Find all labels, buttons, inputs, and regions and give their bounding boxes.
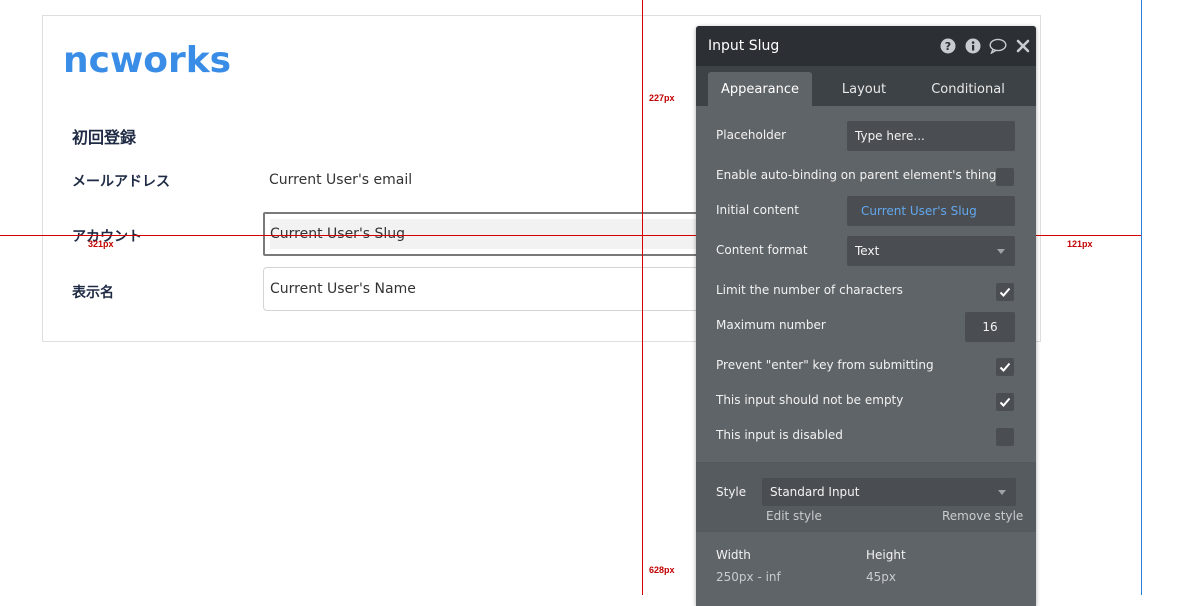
maximum-number-value: 16: [982, 320, 998, 334]
placeholder-input[interactable]: Type here...: [847, 121, 1015, 151]
editor-header[interactable]: Input Slug ?: [696, 26, 1036, 66]
editor-tab-bar: Appearance Layout Conditional: [696, 66, 1036, 106]
guide-right-distance: 121px: [1067, 239, 1093, 249]
guide-top-distance: 227px: [649, 93, 675, 103]
section-title: 初回登録: [72, 128, 137, 147]
info-icon[interactable]: [965, 38, 981, 54]
width-label: Width: [716, 548, 751, 562]
auto-binding-checkbox[interactable]: [996, 168, 1014, 186]
initial-content-value: Current User's Slug: [861, 204, 977, 218]
not-empty-checkbox[interactable]: [996, 393, 1014, 411]
auto-binding-label: Enable auto-binding on parent element's …: [716, 168, 997, 182]
style-value: Standard Input: [770, 485, 860, 499]
account-slug-input[interactable]: Current User's Slug: [263, 212, 723, 256]
email-value[interactable]: Current User's email: [269, 172, 412, 188]
editor-title: Input Slug: [708, 38, 780, 54]
placeholder-value: Type here...: [855, 129, 925, 143]
disabled-label: This input is disabled: [716, 428, 843, 442]
chevron-down-icon: [997, 249, 1005, 254]
content-format-select[interactable]: Text: [847, 236, 1015, 266]
comment-icon[interactable]: [989, 38, 1007, 54]
prevent-enter-label: Prevent "enter" key from submitting: [716, 358, 934, 372]
help-icon[interactable]: ?: [940, 38, 956, 54]
limit-characters-checkbox[interactable]: [996, 283, 1014, 301]
account-slug-value: Current User's Slug: [270, 226, 406, 242]
tab-appearance[interactable]: Appearance: [708, 72, 812, 106]
disabled-checkbox[interactable]: [996, 428, 1014, 446]
style-label: Style: [716, 485, 747, 499]
content-format-label: Content format: [716, 243, 808, 257]
vertical-guide-line: [642, 0, 643, 595]
checkmark-icon: [999, 397, 1011, 407]
brand-logo-text: ncworks: [63, 40, 232, 81]
guide-left-distance: 321px: [88, 239, 114, 249]
svg-text:?: ?: [945, 40, 951, 53]
limit-characters-label: Limit the number of characters: [716, 283, 903, 297]
remove-style-link[interactable]: Remove style: [942, 509, 1023, 523]
prevent-enter-checkbox[interactable]: [996, 358, 1014, 376]
tab-layout[interactable]: Layout: [812, 72, 916, 106]
checkmark-icon: [999, 362, 1011, 372]
property-editor-panel: Input Slug ? Appearance Layout Condition…: [696, 26, 1036, 606]
chevron-down-icon: [998, 490, 1006, 495]
edit-style-link[interactable]: Edit style: [766, 509, 822, 523]
checkmark-icon: [999, 287, 1011, 297]
not-empty-label: This input should not be empty: [716, 393, 904, 407]
content-format-value: Text: [855, 244, 880, 258]
height-label: Height: [866, 548, 906, 562]
guide-bottom-distance: 628px: [649, 565, 675, 575]
maximum-number-label: Maximum number: [716, 318, 826, 332]
display-name-input[interactable]: Current User's Name: [263, 267, 723, 311]
display-name-value: Current User's Name: [270, 281, 416, 297]
style-select[interactable]: Standard Input: [762, 478, 1016, 506]
placeholder-label: Placeholder: [716, 128, 787, 142]
close-icon[interactable]: [1015, 38, 1031, 54]
maximum-number-input[interactable]: 16: [965, 312, 1015, 342]
initial-content-input[interactable]: Current User's Slug: [847, 196, 1015, 226]
width-value: 250px - inf: [716, 570, 781, 584]
height-value: 45px: [866, 570, 896, 584]
initial-content-label: Initial content: [716, 203, 799, 217]
display-name-label: 表示名: [72, 285, 114, 301]
email-label: メールアドレス: [72, 174, 170, 190]
divider: [696, 531, 1036, 532]
tab-conditional[interactable]: Conditional: [916, 72, 1020, 106]
page-edge-guide-line: [1141, 0, 1142, 595]
